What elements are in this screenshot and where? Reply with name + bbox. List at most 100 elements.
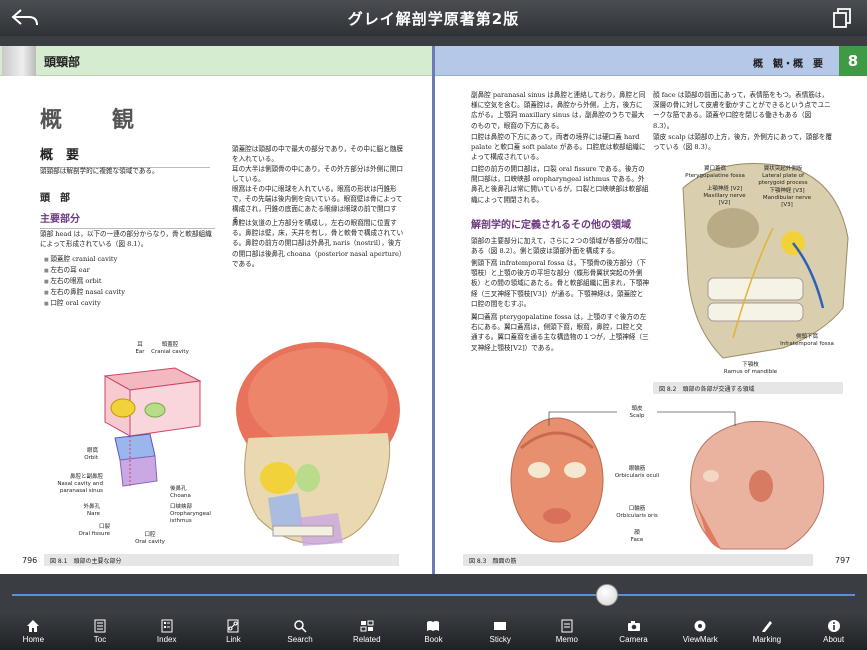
- left-page-number: 796: [22, 556, 38, 565]
- search-icon: [294, 619, 307, 633]
- label-orbicularis-oris: 口輪筋 Orbicularis oris: [616, 506, 658, 519]
- copy-pages-icon[interactable]: [831, 7, 853, 29]
- book-button[interactable]: Book: [403, 613, 463, 649]
- memo-label: Memo: [555, 634, 578, 644]
- r-col1-paragraph-6: 翼口蓋窩 pterygopalatine fossa は，上顎のすぐ後方の左右に…: [471, 313, 649, 352]
- face-front-illustration: [510, 417, 604, 543]
- figure-8-3-caption: 図 8.3 顔面の筋: [463, 554, 813, 566]
- right-page: 概 観・概 要 8 副鼻腔 paranasal sinus は鼻腔と連絡しており…: [435, 46, 867, 574]
- heading-head: 頭 部: [40, 193, 70, 204]
- skull-thumbnail: [2, 46, 36, 76]
- index-icon: [161, 619, 173, 632]
- memo-button[interactable]: Memo: [537, 613, 597, 649]
- sticky-label: Sticky: [489, 634, 511, 644]
- r-col2-paragraph-2: 頭皮 scalp は頭部の上方，後方，外側方にあって，頭部を覆っている（図 8.…: [653, 133, 832, 152]
- heading-summary: 概 要: [40, 146, 210, 169]
- index-label: Index: [156, 634, 177, 644]
- right-page-header: 概 観・概 要 8: [435, 46, 867, 76]
- top-bar: グレイ解剖学原著第2版: [0, 0, 867, 36]
- index-button[interactable]: Index: [137, 613, 197, 649]
- app-title: グレイ解剖学原著第2版: [347, 9, 520, 28]
- marking-button[interactable]: Marking: [737, 613, 797, 649]
- book-label: Book: [424, 634, 443, 644]
- label-scalp: 頭皮 Scalp: [617, 406, 657, 420]
- viewmark-icon: [694, 620, 706, 631]
- about-label: About: [823, 634, 845, 644]
- related-button[interactable]: Related: [337, 613, 397, 649]
- label-orbit: 眼窩 Orbit: [84, 448, 98, 461]
- link-label: Link: [226, 634, 241, 644]
- about-button[interactable]: About: [804, 613, 864, 649]
- r-col1-paragraph-1: 副鼻腔 paranasal sinus は鼻腔と連絡しており，鼻腔と同様に空気を…: [471, 91, 646, 130]
- label-nasal-cavity: 鼻腔と副鼻腔 Nasal cavity and paranasal sinus: [57, 474, 103, 494]
- paragraph-head: 頭部 head は，以下の一連の部分からなり，骨と軟部組織によって形成されている…: [40, 230, 212, 249]
- label-cranial-cavity: 頭蓋腔 Cranial cavity: [151, 342, 189, 355]
- left-page: 頭頸部 概 観 概 要 頭頸部は解剖学的に複雑な領域である。 頭 部 主要部分 …: [0, 46, 432, 574]
- heading-main-parts: 主要部分: [40, 212, 215, 229]
- toc-icon: [94, 619, 106, 632]
- page-slider[interactable]: [0, 574, 867, 608]
- search-label: Search: [287, 634, 313, 644]
- col2-paragraph-1: 頭蓋腔は頭部の中で最大の部分であり，その中に脳と髄膜を入れている。: [232, 145, 403, 164]
- label-ramus: 下顎枝 Ramus of mandible: [723, 362, 778, 375]
- camera-label: Camera: [619, 634, 648, 644]
- viewmark-button[interactable]: ViewMark: [670, 613, 730, 649]
- link-button[interactable]: Link: [203, 613, 263, 649]
- slider-track[interactable]: [12, 594, 855, 596]
- head-parts-diagram: [103, 367, 202, 487]
- label-mandibular-nerve: 下顎神経 [V3] Mandibular nerve [V3]: [762, 188, 812, 208]
- chapter-title: 概 観: [40, 108, 149, 133]
- label-maxillary-nerve: 上顎神経 [V2] Maxillary nerve [V2]: [703, 186, 746, 206]
- heading-other-regions: 解剖学的に定義されるその他の領域: [471, 220, 631, 231]
- r-col1-paragraph-3: 口腔の前方の開口部は，口裂 oral fissure である。後方の開口部は，口…: [471, 165, 649, 204]
- app-window: グレイ解剖学原著第2版 頭頸部 概 観 概 要 頭頸部は解剖学的に複雑な領域であ…: [0, 0, 867, 650]
- right-page-number: 797: [835, 556, 851, 565]
- about-icon: [827, 619, 840, 632]
- bottom-toolbar: Home Toc Index Link Search Related Book: [0, 612, 867, 650]
- label-nare: 外鼻孔 Nare: [83, 504, 100, 517]
- list-item: 左右の眼窩 orbit: [44, 276, 214, 287]
- figure-8-2-caption: 図 8.2 頭部の各部が交通する領域: [653, 382, 843, 394]
- intro-text: 頭頸部は解剖学的に複雑な領域である。: [40, 167, 159, 175]
- label-infratemporal-fossa: 側頭下窩 Infratemporal fossa: [780, 334, 834, 347]
- related-label: Related: [352, 634, 381, 644]
- toc-button[interactable]: Toc: [70, 613, 130, 649]
- search-button[interactable]: Search: [270, 613, 330, 649]
- label-oral-cavity: 口腔 Oral cavity: [135, 532, 165, 545]
- viewmark-label: ViewMark: [682, 634, 718, 644]
- sticky-button[interactable]: Sticky: [470, 613, 530, 649]
- marking-icon: [761, 620, 772, 632]
- sticky-icon: [494, 621, 507, 630]
- marking-label: Marking: [752, 634, 782, 644]
- slider-knob[interactable]: [596, 584, 618, 606]
- r-col2-paragraph-1: 顔 face は頭部の前面にあって，表情筋をもつ。表情筋は，深層の骨に対して皮膚…: [653, 91, 831, 130]
- running-header: 概 観・概 要: [753, 59, 823, 70]
- back-arrow-icon[interactable]: [10, 6, 40, 30]
- head-parts-list: 頭蓋腔 cranial cavity 左右の耳 ear 左右の眼窩 orbit …: [44, 254, 214, 308]
- label-oropharyngeal-isthmus: 口峡峡部 Oropharyngeal isthmus: [170, 504, 211, 524]
- label-orbicularis-oculi: 眼輪筋 Orbicularis oculi: [614, 466, 660, 479]
- label-choana: 後鼻孔 Choana: [170, 486, 191, 499]
- figure-8-1-caption: 図 8.1 頭部の主要な部分: [44, 554, 399, 566]
- book-spread[interactable]: 頭頸部 概 観 概 要 頭頸部は解剖学的に複雑な領域である。 頭 部 主要部分 …: [0, 46, 867, 574]
- book-icon: [427, 620, 440, 631]
- camera-icon: [627, 620, 640, 631]
- label-lateral-plate: 翼状突起外側板 Lateral plate of pterygoid process: [758, 166, 808, 186]
- link-icon: [227, 619, 239, 632]
- home-button[interactable]: Home: [3, 613, 63, 649]
- section-title: 頭頸部: [44, 55, 81, 69]
- related-icon: [360, 620, 374, 631]
- col2-paragraph-4: 鼻腔は気道の上方部分を構成し，左右の眼窩間に位置する。鼻腔は壁，床，天井を有し，…: [232, 219, 404, 268]
- camera-button[interactable]: Camera: [604, 613, 664, 649]
- label-face: 顔 Face: [630, 530, 644, 543]
- r-col1-paragraph-4: 頭部の主要部分に加えて，さらに２つの領域が各部分の間にある（図 8.2）。側と頭…: [471, 237, 649, 256]
- col2-paragraph-2: 耳の大半は側頭骨の中にあり，その外方部分は外側に開口している。: [232, 165, 403, 184]
- list-item: 左右の耳 ear: [44, 265, 214, 276]
- chapter-tab[interactable]: 8: [839, 46, 867, 76]
- r-col1-paragraph-2: 口腔は鼻腔の下方にあって，両者の境界には硬口蓋 hard palate と軟口蓋…: [471, 133, 646, 162]
- skull-illustration: [236, 342, 400, 546]
- r-col1-paragraph-5: 側頭下窩 infratemporal fossa は，下顎骨の後方部分（下顎枝）…: [471, 259, 649, 308]
- toc-label: Toc: [93, 634, 107, 644]
- face-side-illustration: [690, 420, 825, 550]
- left-page-header: 頭頸部: [0, 46, 432, 76]
